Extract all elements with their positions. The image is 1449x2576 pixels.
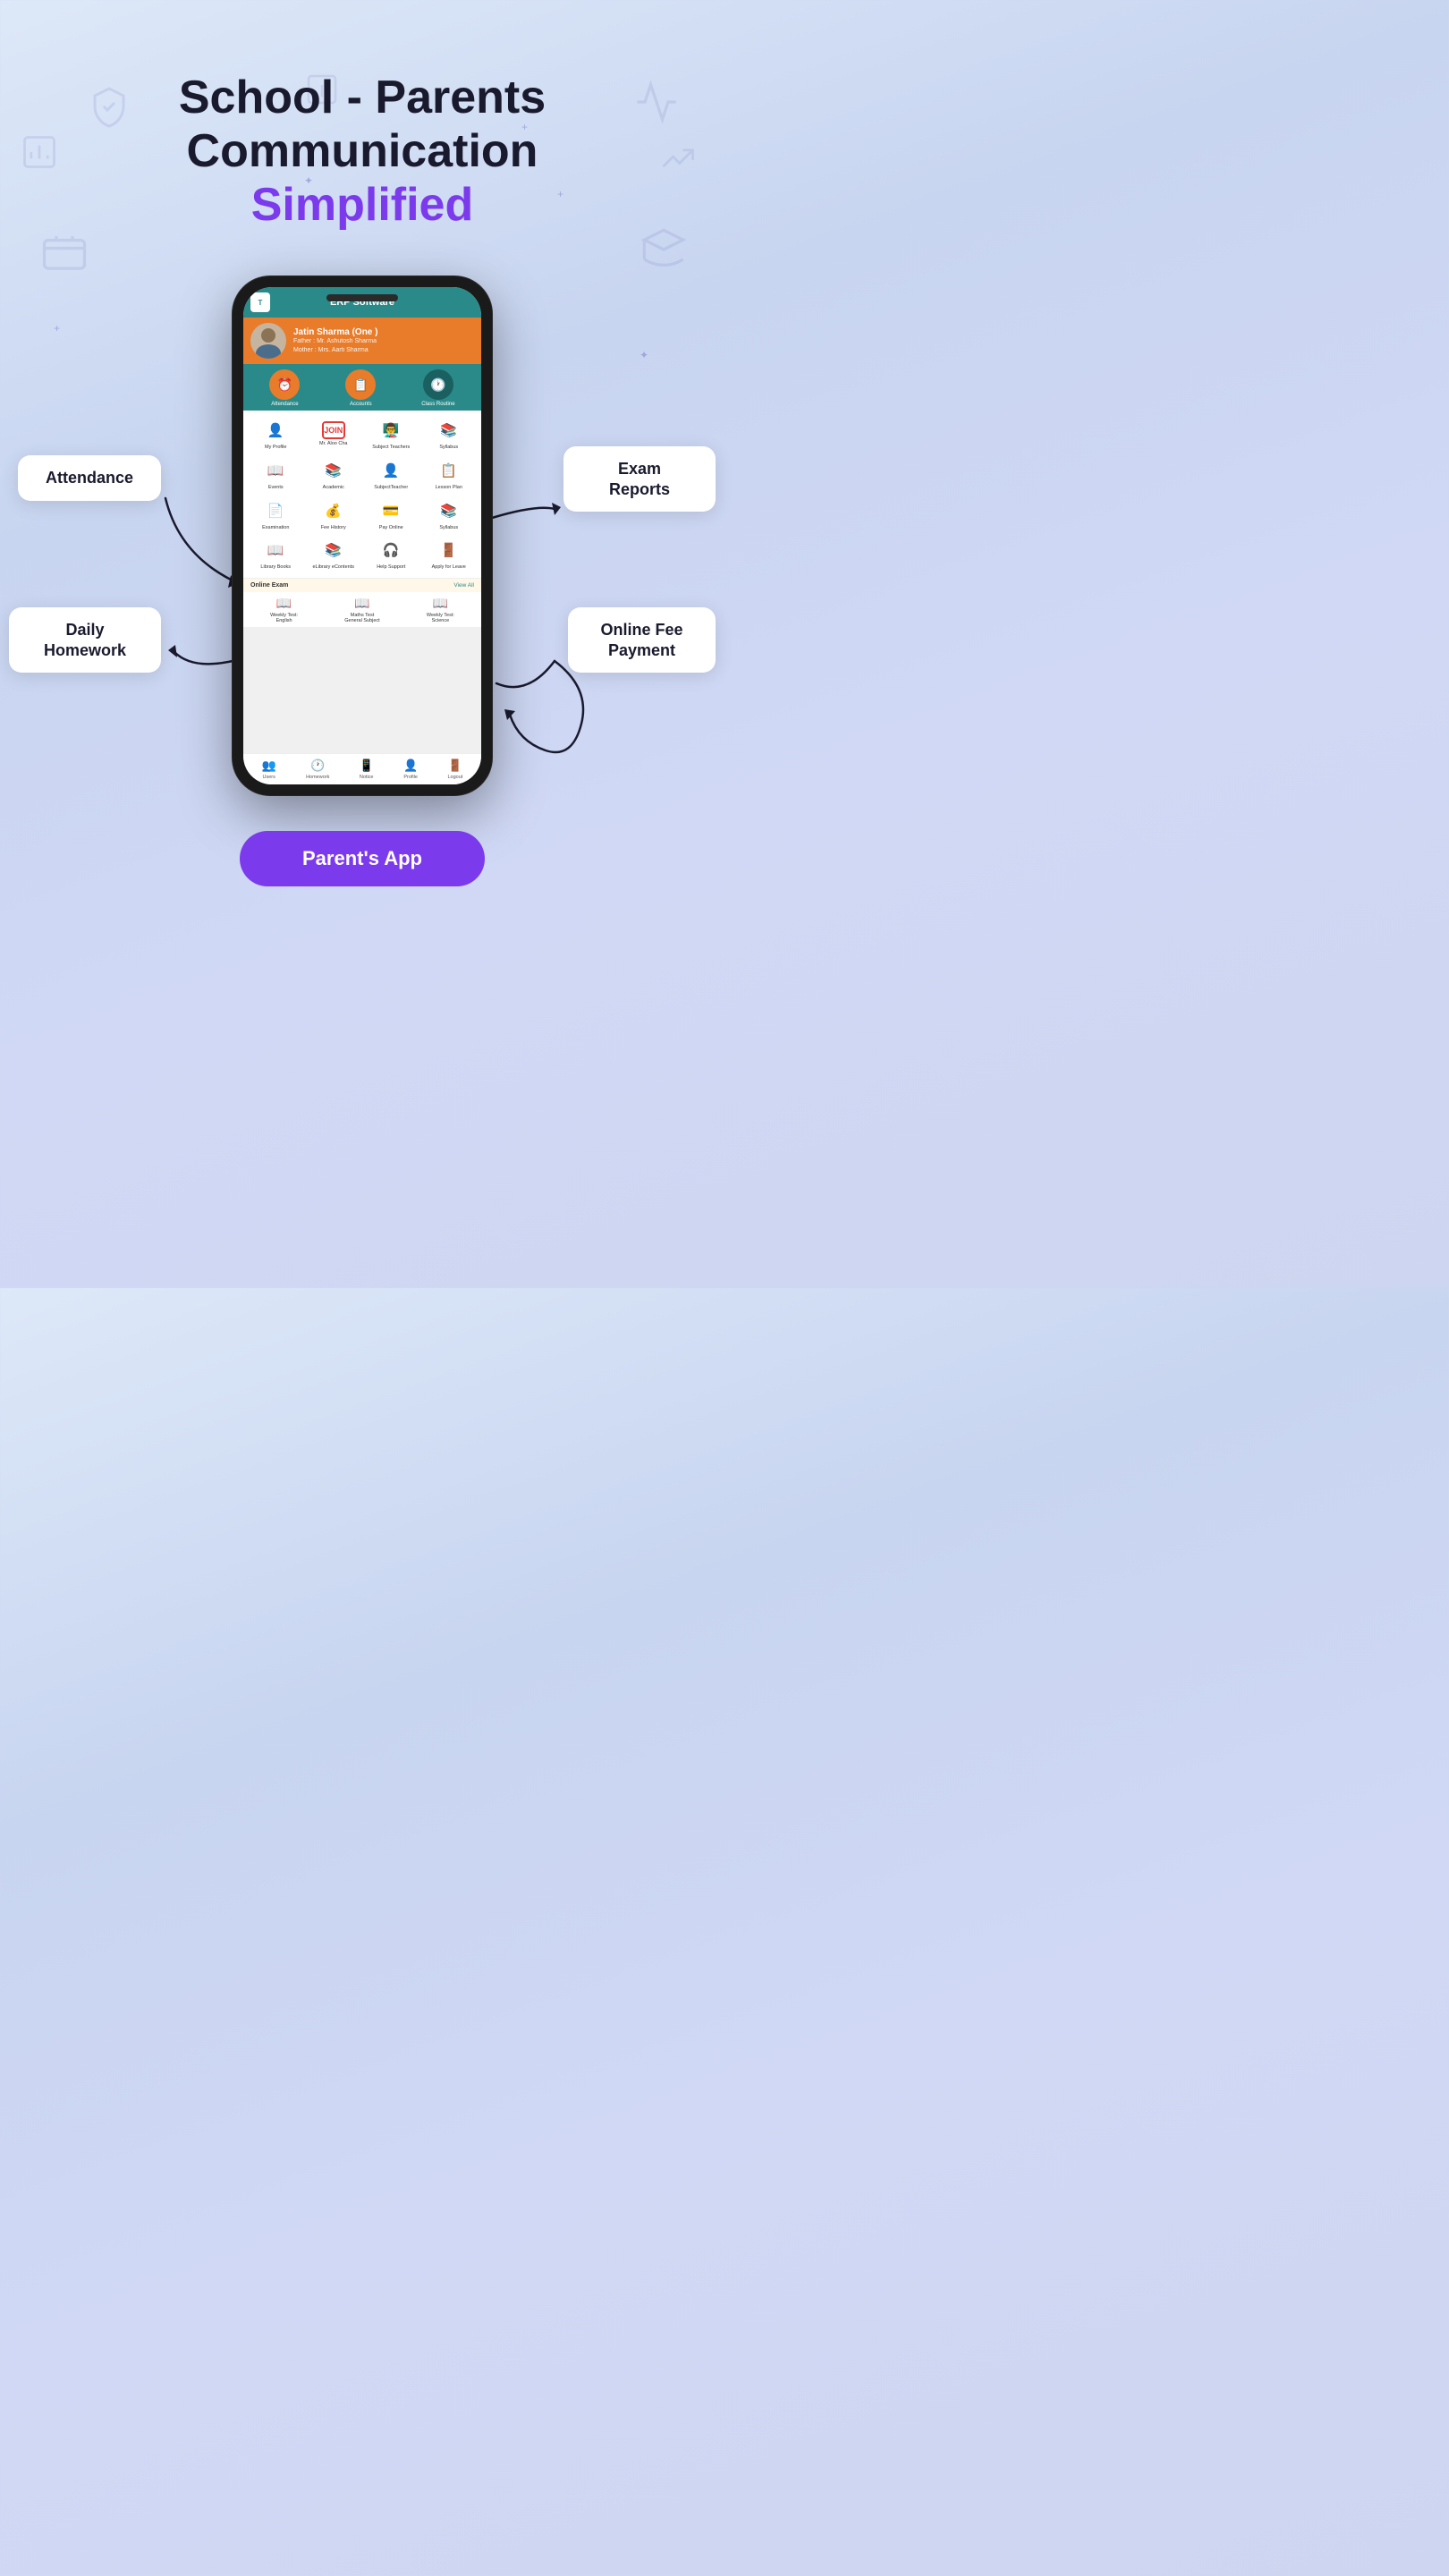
phone-mockup: T ERP Software (233, 276, 492, 795)
grid-examination: 📄 Examination (247, 495, 305, 535)
grid-events: 📖 Events (247, 454, 305, 495)
grid-syllabus-1: 📚 Syllabus (420, 414, 479, 454)
headline-line2: Communication (179, 125, 546, 179)
label-attendance: Attendance (18, 455, 161, 501)
app-grid: 👤 My Profile JOIN Mr. Aloo Cha 👨‍🏫 Subje… (243, 411, 481, 577)
grid-mr-aloo: JOIN Mr. Aloo Cha (305, 414, 363, 454)
bottom-nav-users[interactable]: 👥 Users (262, 758, 276, 780)
label-online-fee-payment: Online FeePayment (568, 607, 716, 673)
headline-simplified: Simplified (179, 179, 546, 233)
student-info: Jatin Sharma (One ) Father : Mr. Ashutos… (293, 327, 377, 355)
grid-help: 🎧 Help Support (362, 534, 420, 574)
qnav-attendance-icon: ⏰ (269, 369, 300, 400)
qnav-routine: 🕐 Class Routine (421, 369, 454, 407)
phone-notch (326, 294, 398, 301)
parents-app-button[interactable]: Parent's App (240, 831, 485, 886)
bottom-nav-logout[interactable]: 🚪 Logout (447, 758, 462, 780)
exam-items: 📖 Weekly Test:English 📖 Maths TestGenera… (243, 592, 481, 627)
label-daily-homework: DailyHomework (9, 607, 161, 673)
view-all-link[interactable]: View All (453, 582, 474, 589)
qnav-attendance-label: Attendance (271, 402, 298, 407)
grid-my-profile: 👤 My Profile (247, 414, 305, 454)
app-logo: T (250, 292, 270, 312)
grid-syllabus-2: 📚 Syllabus (420, 495, 479, 535)
grid-elibrary: 📚 eLibrary eContents (305, 534, 363, 574)
grid-subject-teacher-2: 👤 SubjectTeacher (362, 454, 420, 495)
bottom-nav-notice[interactable]: 📱 Notice (360, 758, 374, 780)
exam-item-1: 📖 Weekly Test:English (270, 596, 298, 623)
grid-library: 📖 Library Books (247, 534, 305, 574)
star-2: + (557, 188, 564, 200)
headline-line1: School - Parents (179, 72, 546, 125)
bottom-nav-profile[interactable]: 👤 Profile (403, 758, 418, 780)
grid-fee-history: 💰 Fee History (305, 495, 363, 535)
qnav-accounts-label: Accounts (350, 402, 372, 407)
student-father: Father : Mr. Ashutosh Sharma (293, 337, 377, 346)
grid-academic: 📚 Academic (305, 454, 363, 495)
app-bottom-nav: 👥 Users 🕐 Homework 📱 Notice 👤 (243, 753, 481, 784)
page-container: ✦ + + ✦ + School - Parents Communication… (0, 0, 724, 1288)
phone-screen: T ERP Software (243, 287, 481, 784)
student-bar: Jatin Sharma (One ) Father : Mr. Ashutos… (243, 318, 481, 364)
grid-subject-teachers: 👨‍🏫 Subject Teachers (362, 414, 420, 454)
app-header-bar: T ERP Software (243, 287, 481, 318)
qnav-routine-icon: 🕐 (423, 369, 453, 400)
online-exam-header: Online Exam View All (243, 578, 481, 592)
qnav-routine-label: Class Routine (421, 402, 454, 407)
grid-lesson-plan: 📋 Lesson Plan (420, 454, 479, 495)
bottom-nav-homework[interactable]: 🕐 Homework (306, 758, 329, 780)
grid-apply-leave: 🚪 Apply for Leave (420, 534, 479, 574)
qnav-attendance: ⏰ Attendance (269, 369, 300, 407)
header-section: School - Parents Communication Simplifie… (179, 0, 546, 232)
online-exam-title: Online Exam (250, 582, 288, 589)
quick-nav: ⏰ Attendance 📋 Accounts 🕐 Class Routine (243, 364, 481, 411)
student-name: Jatin Sharma (One ) (293, 327, 377, 337)
grid-pay-online: 💳 Pay Online (362, 495, 420, 535)
label-exam-reports: ExamReports (564, 446, 716, 512)
qnav-accounts: 📋 Accounts (345, 369, 376, 407)
student-mother: Mother : Mrs. Aarti Sharma (293, 346, 377, 355)
qnav-accounts-icon: 📋 (345, 369, 376, 400)
main-content: Attendance DailyHomework ExamReports Onl… (0, 276, 724, 795)
phone-outer: T ERP Software (233, 276, 492, 795)
student-avatar (250, 323, 286, 359)
exam-item-3: 📖 Weekly Test:Science (427, 596, 454, 623)
exam-item-2: 📖 Maths TestGeneral Subject (344, 596, 379, 623)
